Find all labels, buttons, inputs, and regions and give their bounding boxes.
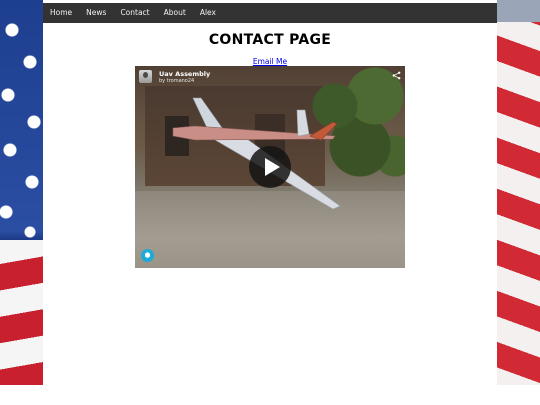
uav-fuselage: [172, 125, 336, 141]
nav-link-news[interactable]: News: [79, 3, 113, 23]
nav-link-home[interactable]: Home: [43, 3, 79, 23]
video-author-link[interactable]: tromano24: [167, 78, 195, 84]
nav-link-about[interactable]: About: [157, 3, 193, 23]
nav-link-alex[interactable]: Alex: [193, 3, 223, 23]
top-navigation-bar: Home News Contact About Alex: [43, 3, 497, 23]
page-title: CONTACT PAGE: [208, 32, 332, 48]
flag-background-right: [497, 0, 540, 385]
sketchfab-logo-icon[interactable]: [141, 249, 154, 262]
nav-link-contact[interactable]: Contact: [113, 3, 156, 23]
channel-avatar[interactable]: [139, 70, 152, 83]
author-by-prefix: by: [159, 78, 166, 84]
video-author-line: by tromano24: [159, 78, 194, 84]
uav-tail-fin: [296, 109, 310, 137]
video-title[interactable]: Uav Assembly: [159, 70, 210, 78]
embedded-3d-model-viewer[interactable]: Uav Assembly by tromano24: [135, 66, 405, 268]
play-button[interactable]: [249, 146, 291, 188]
share-icon[interactable]: [392, 71, 401, 80]
flag-background-left: [0, 0, 43, 385]
page-container: Home News Contact About Alex CONTACT PAG…: [43, 0, 497, 385]
email-me-link[interactable]: Email Me: [43, 57, 497, 66]
